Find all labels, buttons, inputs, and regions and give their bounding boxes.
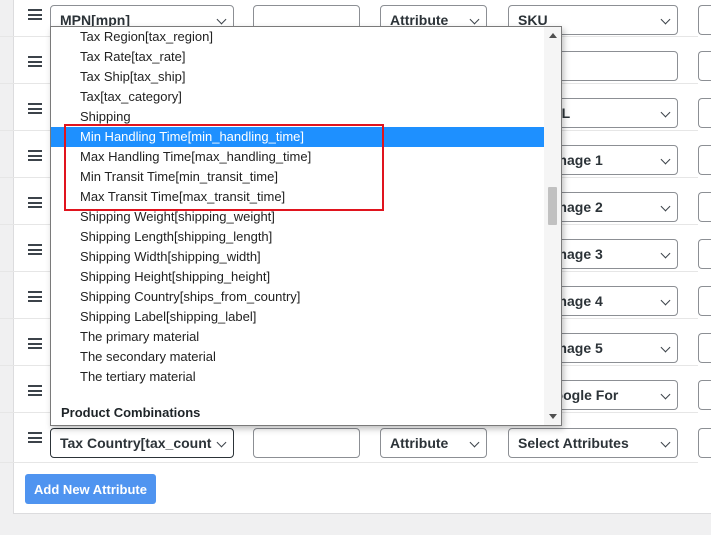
suffix-input[interactable] — [698, 286, 711, 316]
chevron-down-icon — [216, 14, 227, 25]
dropdown-option[interactable]: Shipping Length[shipping_length] — [51, 227, 545, 247]
dropdown-option[interactable]: The tertiary material — [51, 367, 545, 387]
chevron-down-icon — [660, 107, 671, 118]
dropdown-option[interactable]: Tax Region[tax_region] — [51, 27, 545, 47]
drag-handle-icon[interactable] — [28, 338, 42, 349]
chevron-down-icon — [660, 437, 671, 448]
suffix-input[interactable] — [698, 5, 711, 35]
suffix-input[interactable] — [698, 98, 711, 128]
dropdown-option-selected[interactable]: Min Handling Time[min_handling_time] — [51, 127, 545, 147]
mpn-select[interactable]: Tax Country[tax_count — [50, 428, 234, 458]
suffix-input[interactable] — [698, 380, 711, 410]
chevron-down-icon — [660, 248, 671, 259]
chevron-down-icon — [660, 389, 671, 400]
chevron-down-icon — [216, 437, 227, 448]
drag-handle-icon[interactable] — [28, 432, 42, 443]
chevron-down-icon — [469, 437, 480, 448]
scrollbar-thumb[interactable] — [548, 187, 557, 225]
chevron-down-icon — [660, 201, 671, 212]
drag-handle-icon[interactable] — [28, 244, 42, 255]
drag-handle-icon[interactable] — [28, 150, 42, 161]
select-value: Tax Country[tax_count — [60, 435, 212, 451]
suffix-input[interactable] — [698, 192, 711, 222]
type-select[interactable]: Attribute — [380, 428, 487, 458]
dropdown-group-label: Product Combinations — [61, 405, 201, 420]
chevron-down-icon — [660, 342, 671, 353]
dropdown-option[interactable]: Shipping Label[shipping_label] — [51, 307, 545, 327]
drag-handle-icon[interactable] — [28, 103, 42, 114]
chevron-down-icon — [660, 14, 671, 25]
select-value: Attribute — [390, 435, 449, 451]
suffix-input[interactable] — [698, 333, 711, 363]
dropdown-option[interactable]: Tax Ship[tax_ship] — [51, 67, 545, 87]
suffix-input[interactable] — [698, 51, 711, 81]
dropdown-option[interactable]: Shipping Height[shipping_height] — [51, 267, 545, 287]
dropdown-option[interactable]: Shipping Country[ships_from_country] — [51, 287, 545, 307]
drag-handle-icon[interactable] — [28, 291, 42, 302]
dropdown-scrollbar[interactable] — [544, 27, 561, 425]
dropdown-option[interactable]: Shipping — [51, 107, 545, 127]
drag-handle-icon[interactable] — [28, 385, 42, 396]
prefix-input[interactable] — [253, 428, 360, 458]
dropdown-option[interactable]: The secondary material — [51, 347, 545, 367]
suffix-input[interactable] — [698, 239, 711, 269]
dropdown-option[interactable]: The primary material — [51, 327, 545, 347]
scroll-down-arrow-icon[interactable] — [549, 414, 557, 419]
add-new-attribute-button[interactable]: Add New Attribute — [25, 474, 156, 504]
chevron-down-icon — [660, 154, 671, 165]
attribute-dropdown-list[interactable]: Tax Region[tax_region] Tax Rate[tax_rate… — [50, 26, 562, 426]
dropdown-option[interactable]: Max Transit Time[max_transit_time] — [51, 187, 545, 207]
dropdown-options: Tax Region[tax_region] Tax Rate[tax_rate… — [51, 27, 545, 423]
chevron-down-icon — [660, 295, 671, 306]
dropdown-option[interactable]: Tax[tax_category] — [51, 87, 545, 107]
dropdown-option[interactable]: Shipping Width[shipping_width] — [51, 247, 545, 267]
drag-handle-icon[interactable] — [28, 9, 42, 20]
chevron-down-icon — [469, 14, 480, 25]
value-select[interactable]: Select Attributes — [508, 428, 678, 458]
dropdown-option[interactable]: Min Transit Time[min_transit_time] — [51, 167, 545, 187]
suffix-input[interactable] — [698, 145, 711, 175]
dropdown-option[interactable]: Shipping Weight[shipping_weight] — [51, 207, 545, 227]
scroll-up-arrow-icon[interactable] — [549, 33, 557, 38]
select-value: Select Attributes — [518, 435, 629, 451]
dropdown-option[interactable]: Tax Rate[tax_rate] — [51, 47, 545, 67]
drag-handle-icon[interactable] — [28, 56, 42, 67]
suffix-input[interactable] — [698, 428, 711, 458]
drag-handle-icon[interactable] — [28, 197, 42, 208]
dropdown-option[interactable]: Max Handling Time[max_handling_time] — [51, 147, 545, 167]
